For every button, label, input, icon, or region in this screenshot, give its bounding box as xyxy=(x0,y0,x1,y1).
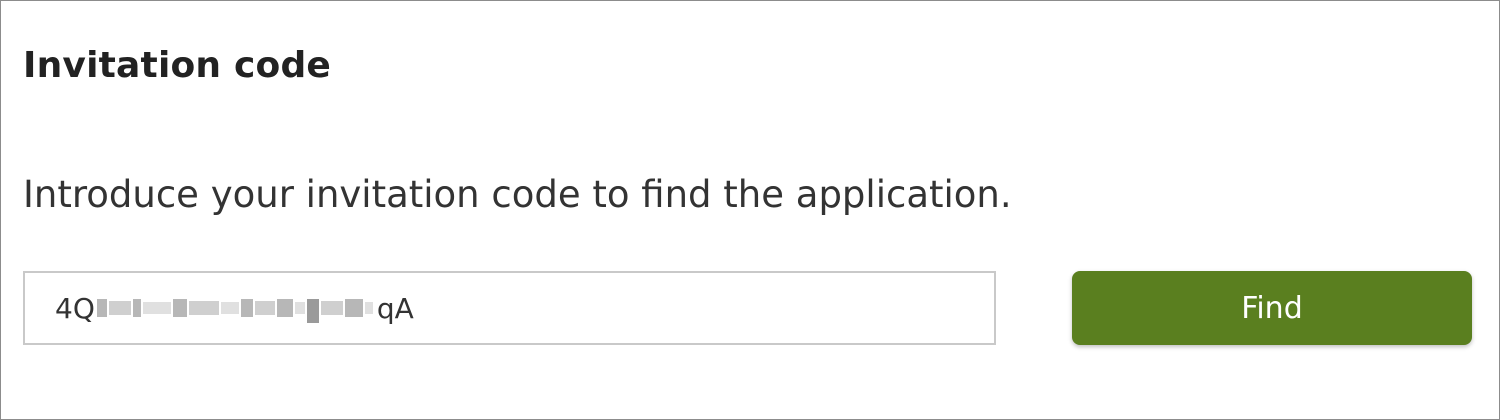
code-visible-suffix: qA xyxy=(376,291,414,325)
invitation-code-panel: Invitation code Introduce your invitatio… xyxy=(0,0,1500,420)
code-visible-prefix: 4Q xyxy=(55,291,95,325)
find-button[interactable]: Find xyxy=(1072,271,1472,345)
invitation-code-input[interactable]: 4Q qA xyxy=(23,271,996,345)
code-obscured-segment xyxy=(96,293,375,323)
panel-title: Invitation code xyxy=(23,45,332,86)
instructions-text: Introduce your invitation code to find t… xyxy=(23,173,1012,216)
